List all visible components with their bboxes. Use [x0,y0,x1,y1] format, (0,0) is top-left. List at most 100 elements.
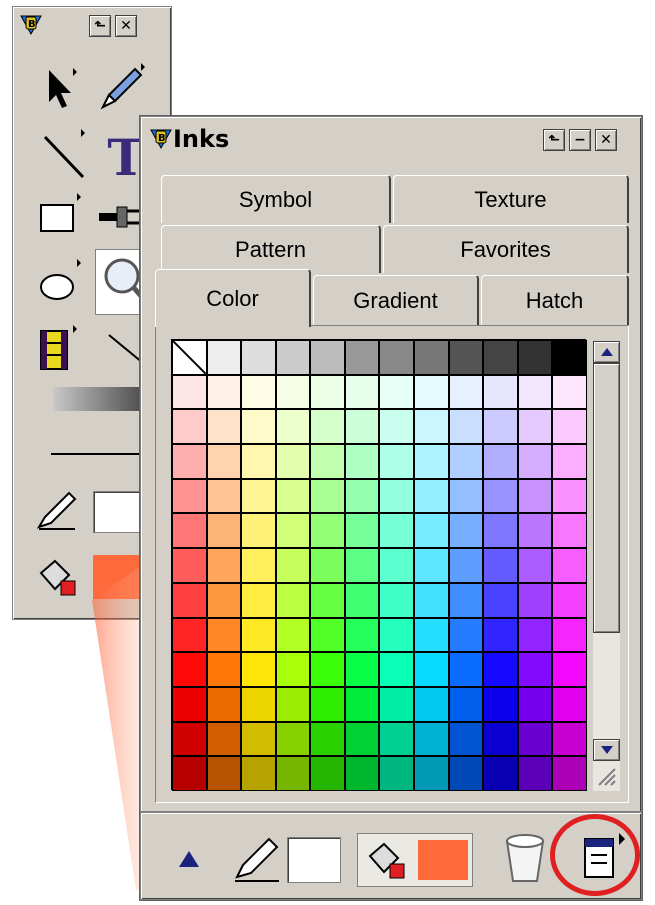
color-swatch[interactable] [310,444,345,479]
color-swatch[interactable] [379,409,415,445]
color-swatch[interactable] [448,686,484,722]
pen-stroke-icon[interactable] [231,835,283,885]
color-swatch[interactable] [414,478,449,514]
color-swatch[interactable] [379,686,415,722]
tab-hatch[interactable]: Hatch [481,275,629,325]
color-swatch[interactable] [172,409,207,445]
color-swatch[interactable] [448,617,484,653]
color-swatch[interactable] [344,513,380,549]
color-swatch[interactable] [483,513,518,549]
color-swatch[interactable] [206,582,242,618]
color-swatch[interactable] [379,652,415,687]
color-swatch[interactable] [206,548,242,583]
gray-swatch[interactable] [414,340,449,375]
color-swatch[interactable] [448,444,484,479]
resize-grip-icon[interactable] [595,765,617,787]
color-swatch[interactable] [344,444,380,479]
color-swatch[interactable] [206,652,242,687]
color-swatch[interactable] [310,617,345,653]
color-swatch[interactable] [414,652,449,687]
color-swatch[interactable] [206,756,242,791]
color-swatch[interactable] [379,548,415,583]
color-swatch[interactable] [275,444,311,479]
color-swatch[interactable] [517,582,553,618]
color-swatch[interactable] [241,617,276,653]
color-swatch[interactable] [552,409,587,445]
scroll-thumb[interactable] [593,363,620,633]
color-swatch[interactable] [552,721,587,757]
color-swatch[interactable] [206,478,242,514]
color-swatch[interactable] [414,513,449,549]
color-swatch[interactable] [517,548,553,583]
color-swatch[interactable] [483,478,518,514]
color-swatch[interactable] [552,548,587,583]
color-swatch[interactable] [379,582,415,618]
color-swatch[interactable] [172,478,207,514]
color-swatch[interactable] [172,582,207,618]
color-scrollbar[interactable] [593,341,620,791]
color-swatch[interactable] [483,686,518,722]
gray-swatch[interactable] [310,340,345,375]
no-color-swatch[interactable] [172,340,207,375]
color-swatch[interactable] [344,721,380,757]
color-swatch[interactable] [206,444,242,479]
color-swatch[interactable] [414,409,449,445]
scroll-down-button[interactable] [593,739,620,761]
color-swatch[interactable] [241,652,276,687]
color-swatch[interactable] [241,756,276,791]
color-swatch[interactable] [172,652,207,687]
color-swatch[interactable] [517,686,553,722]
color-swatch[interactable] [275,721,311,757]
color-swatch[interactable] [310,756,345,791]
color-swatch[interactable] [344,548,380,583]
color-swatch[interactable] [552,756,587,791]
gray-swatch[interactable] [483,340,518,375]
color-swatch[interactable] [275,478,311,514]
color-swatch[interactable] [552,513,587,549]
color-swatch[interactable] [172,756,207,791]
color-swatch[interactable] [517,444,553,479]
color-swatch[interactable] [379,444,415,479]
gray-swatch[interactable] [552,340,587,375]
color-swatch[interactable] [275,652,311,687]
color-swatch[interactable] [172,444,207,479]
color-swatch[interactable] [414,686,449,722]
color-swatch[interactable] [344,409,380,445]
color-swatch[interactable] [379,721,415,757]
color-swatch[interactable] [172,548,207,583]
color-swatch[interactable] [206,513,242,549]
color-swatch[interactable] [206,409,242,445]
color-swatch[interactable] [517,374,553,410]
color-swatch[interactable] [483,548,518,583]
color-swatch[interactable] [483,756,518,791]
color-swatch[interactable] [172,513,207,549]
color-swatch[interactable] [517,721,553,757]
color-swatch[interactable] [241,409,276,445]
color-swatch[interactable] [448,409,484,445]
color-swatch[interactable] [483,617,518,653]
color-swatch[interactable] [448,652,484,687]
color-swatch[interactable] [241,721,276,757]
color-swatch[interactable] [483,652,518,687]
color-swatch[interactable] [379,374,415,410]
color-swatch[interactable] [310,374,345,410]
inks-minimize-button[interactable]: − [569,129,591,151]
gray-swatch[interactable] [344,340,380,375]
color-swatch[interactable] [172,617,207,653]
collapse-triangle-icon[interactable] [177,849,201,869]
color-swatch[interactable] [241,444,276,479]
color-swatch[interactable] [172,374,207,410]
color-swatch[interactable] [448,548,484,583]
inks-close-button[interactable]: ✕ [595,129,617,151]
color-swatch[interactable] [310,652,345,687]
color-swatch[interactable] [206,374,242,410]
color-swatch[interactable] [483,582,518,618]
gray-swatch[interactable] [206,340,242,375]
color-swatch[interactable] [414,444,449,479]
color-swatch[interactable] [172,721,207,757]
color-swatch[interactable] [241,478,276,514]
stroke-color-swatch[interactable] [287,837,341,883]
color-swatch[interactable] [414,617,449,653]
color-swatch[interactable] [414,548,449,583]
color-swatch[interactable] [275,513,311,549]
